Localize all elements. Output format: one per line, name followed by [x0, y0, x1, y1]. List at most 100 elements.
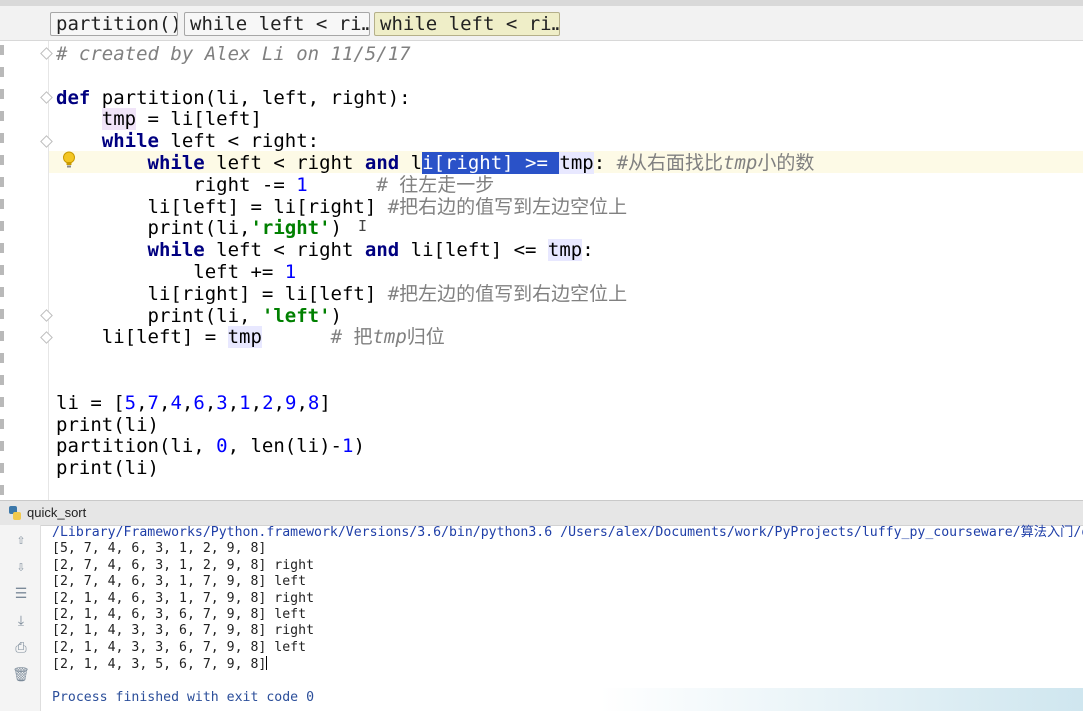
arrow-up-icon[interactable]: ⇧ — [12, 531, 30, 549]
code-token: left < right: — [158, 130, 320, 153]
code-line[interactable]: print(li, 'left') — [56, 304, 814, 328]
code-token: #从右面找比 — [616, 151, 724, 174]
code-token: : — [593, 151, 617, 174]
code-line[interactable]: left += 1 — [56, 260, 814, 284]
code-token: i[right] >= — [422, 151, 560, 174]
code-token: , — [136, 391, 148, 414]
code-token: l — [399, 151, 423, 174]
code-line[interactable]: while left < right: — [56, 130, 814, 153]
arrow-down-icon[interactable]: ⇩ — [12, 558, 30, 576]
code-line[interactable]: partition(li, 0, len(li)-1) — [56, 435, 814, 458]
code-token: print(li, — [56, 217, 251, 240]
code-token: # 往左走一步 — [376, 173, 495, 196]
code-token: print(li) — [56, 457, 159, 480]
code-token: tmp — [723, 151, 758, 174]
code-token: 7 — [147, 391, 159, 414]
code-token: li[right] = li[left] — [56, 282, 388, 305]
code-token: #把右边的值写到左边空位上 — [387, 195, 628, 218]
source-code[interactable]: # created by Alex Li on 11/5/17 def part… — [56, 43, 814, 480]
code-token: #把左边的值写到右边空位上 — [387, 282, 628, 305]
code-token: tmp — [101, 108, 137, 131]
code-token: 9 — [284, 391, 297, 414]
console-cursor — [266, 656, 268, 671]
console-output-line: [2, 7, 4, 6, 3, 1, 7, 9, 8] left — [52, 574, 307, 590]
code-line[interactable] — [56, 371, 814, 393]
soft-wrap-icon[interactable]: ☰ — [12, 585, 30, 603]
code-token: print(li, — [56, 304, 262, 327]
code-token: , — [181, 391, 194, 414]
code-editor[interactable]: # created by Alex Li on 11/5/17 def part… — [0, 41, 1083, 500]
code-line[interactable]: tmp = li[left] — [56, 108, 814, 131]
code-token: , — [204, 391, 217, 414]
code-line[interactable]: li[right] = li[left] #把左边的值写到右边空位上 — [56, 282, 814, 306]
code-token: li[left] = li[right] — [56, 195, 388, 218]
run-tab-label[interactable]: quick_sort — [27, 505, 86, 520]
code-line[interactable]: # created by Alex Li on 11/5/17 — [56, 43, 814, 66]
console-output-line: [2, 1, 4, 3, 5, 6, 7, 9, 8] — [52, 657, 267, 673]
code-line[interactable]: print(li) — [56, 457, 814, 480]
code-token: 1 — [296, 173, 308, 196]
code-token: ) — [330, 217, 342, 240]
code-token: 4 — [170, 391, 182, 414]
code-token: left < right — [204, 151, 365, 174]
console-exit-message: Process finished with exit code 0 — [52, 690, 315, 706]
code-line[interactable]: print(li,'right') — [56, 217, 814, 240]
trash-icon[interactable]: 🗑 — [12, 666, 30, 684]
text-cursor-icon: I — [358, 217, 368, 235]
console-output-line: [2, 1, 4, 3, 3, 6, 7, 9, 8] right — [52, 623, 315, 639]
code-token: , — [227, 391, 240, 414]
code-token: right -= — [56, 173, 297, 196]
code-line[interactable]: print(li) — [56, 413, 814, 437]
code-token: partition(li, — [56, 435, 217, 458]
code-token: # created by Alex Li on 11/5/17 — [56, 43, 411, 65]
console-output-line: [5, 7, 4, 6, 3, 1, 2, 9, 8] — [52, 541, 267, 557]
breadcrumb-item-while-outer[interactable]: while left < ri… — [184, 12, 370, 36]
console-output-line: [2, 7, 4, 6, 3, 1, 2, 9, 8] right — [52, 557, 315, 573]
code-token: ] — [319, 391, 331, 414]
code-token: 1 — [342, 435, 354, 458]
code-token: , — [250, 391, 263, 414]
bottom-edge — [600, 688, 1083, 711]
code-token: 5 — [124, 391, 137, 414]
code-token: while — [147, 151, 205, 174]
print-icon[interactable]: ⎙ — [12, 639, 30, 657]
code-token: tmp — [559, 151, 594, 174]
python-icon — [7, 505, 23, 521]
code-line[interactable]: li[left] = li[right] #把右边的值写到左边空位上 — [56, 195, 814, 219]
breadcrumb-item-partition[interactable]: partition() — [50, 12, 178, 36]
scroll-to-end-icon[interactable]: ⤓ — [12, 612, 30, 630]
code-token: tmp — [372, 326, 407, 349]
code-token: li[left] <= — [399, 239, 548, 262]
run-toolbar: ⇧ ⇩ ☰ ⤓ ⎙ 🗑 — [0, 525, 41, 711]
editor-gutter[interactable] — [0, 41, 49, 500]
run-console[interactable]: /Library/Frameworks/Python.framework/Ver… — [52, 525, 1083, 706]
code-token: 8 — [307, 391, 320, 414]
code-token: tmp — [227, 326, 262, 349]
code-token: left += — [56, 260, 285, 283]
code-line[interactable]: li = [5,7,4,6,3,1,2,9,8] — [56, 391, 814, 415]
code-token: , — [296, 391, 308, 414]
code-line[interactable]: while left < right and li[right] >= tmp:… — [56, 151, 814, 175]
code-line[interactable] — [56, 66, 814, 88]
code-token: and — [364, 239, 400, 262]
console-output-line: [2, 1, 4, 6, 3, 1, 7, 9, 8] right — [52, 590, 315, 606]
code-line[interactable]: li[left] = tmp # 把tmp归位 — [56, 326, 814, 349]
breadcrumb: partition() while left < ri… while left … — [0, 6, 1083, 41]
breadcrumb-item-while-inner[interactable]: while left < ri… — [374, 12, 560, 36]
code-token: , len(li)- — [227, 435, 342, 458]
code-token: 'left' — [261, 304, 331, 327]
code-token: , — [159, 391, 171, 414]
code-line[interactable]: def partition(li, left, right): — [56, 86, 814, 110]
code-token: 6 — [193, 391, 205, 414]
code-token: 0 — [216, 435, 228, 458]
code-token: partition(li, left, right): — [90, 86, 411, 109]
code-line[interactable]: right -= 1 # 往左走一步 — [56, 173, 814, 197]
code-line[interactable]: while left < right and li[left] <= tmp: — [56, 239, 814, 262]
code-token: and — [364, 151, 400, 174]
code-token: print(li) — [56, 413, 159, 436]
code-line[interactable] — [56, 349, 814, 371]
